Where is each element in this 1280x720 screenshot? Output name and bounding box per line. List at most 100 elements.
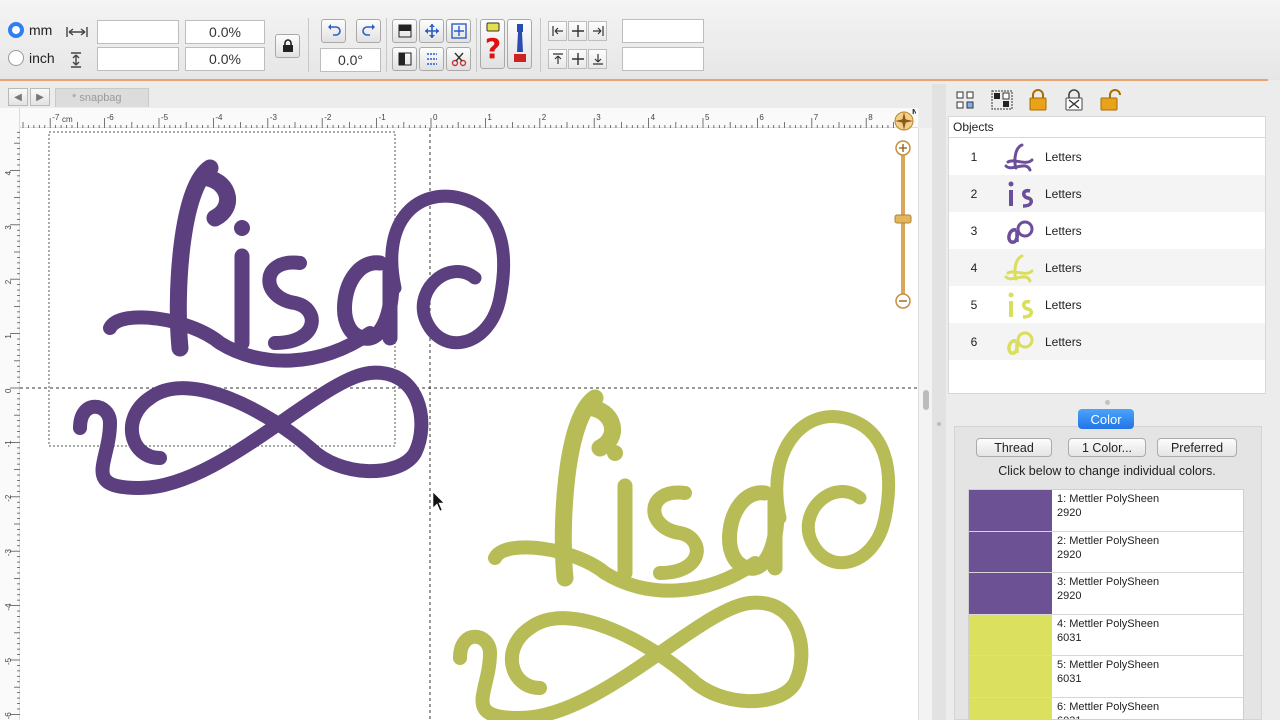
ruler-label: 7 [814,113,819,122]
unit-mm-radio[interactable]: mm [8,22,52,38]
color-swatch[interactable] [969,614,1052,655]
ruler-label: -5 [4,657,13,665]
objects-list[interactable]: 1 Letters 2 Letters 3 Letters 4 Letters … [948,138,1266,394]
one-color-button[interactable]: 1 Color... [1068,438,1146,457]
preferred-button[interactable]: Preferred [1157,438,1237,457]
ruler-label: -2 [324,113,332,122]
rotate-left-button[interactable] [321,19,346,43]
design-lisa-green[interactable] [453,389,896,720]
unit-inch-radio[interactable]: inch [8,50,55,66]
ruler-label: 2 [542,113,547,122]
object-row-3[interactable]: 3 Letters [949,212,1265,249]
object-number: 3 [970,223,978,238]
flip-horizontal-button[interactable] [392,47,417,71]
rotate-left-icon [327,24,341,36]
object-row-1[interactable]: 1 Letters [949,138,1265,175]
thread-color-row-4[interactable]: 4: Mettler PolySheen 6031 [969,614,1243,656]
zoom-slider[interactable] [894,140,912,309]
width-input[interactable] [97,20,179,44]
sew-simulator-button[interactable] [507,19,532,69]
flip-vertical-icon [398,24,411,38]
ruler-label: 6 [759,113,764,122]
scrollbar-thumb[interactable] [923,390,929,410]
object-label: Letters [1045,334,1082,349]
ruler-label: 1 [487,113,492,122]
height-icon [70,52,82,71]
thread-name: 2: Mettler PolySheen [1057,534,1160,547]
align-right-button[interactable] [588,21,607,41]
color-swatch[interactable] [969,697,1052,719]
object-label: Letters [1045,260,1082,275]
height-input[interactable] [97,47,179,71]
align-right-icon [592,26,604,36]
object-row-6[interactable]: 6 Letters [949,323,1265,360]
thread-code: 6031 [1057,631,1082,644]
ungroup-icon [956,91,974,109]
group-button[interactable] [990,88,1014,112]
color-swatch[interactable] [969,531,1052,572]
thread-button[interactable]: Thread [976,438,1052,457]
color-hint-text: Click below to change individual colors. [998,464,1216,478]
pane-splitter[interactable] [932,84,946,720]
lock-object-button[interactable] [1026,88,1050,112]
fit-to-hoop-button[interactable] [446,19,471,43]
help-button[interactable]: ? [480,19,505,69]
thread-color-row-6[interactable]: 6: Mettler PolySheen6031 [969,697,1243,719]
align-left-button[interactable] [548,21,567,41]
object-row-4[interactable]: 4 Letters [949,249,1265,286]
object-thumbnail-icon [999,177,1039,211]
object-thumbnail-icon [999,325,1039,359]
object-row-5[interactable]: 5 Letters [949,286,1265,323]
color-swatch[interactable] [969,656,1052,697]
thread-color-row-1[interactable]: 1: Mettler PolySheen 2920 [969,490,1243,532]
thread-color-list[interactable]: 1: Mettler PolySheen 2920 2: Mettler Poly… [968,489,1244,720]
tab-color[interactable]: Color [1078,409,1134,429]
rotate-right-icon [361,24,375,36]
tab-prev-button[interactable]: ◀ [8,88,28,106]
color-swatch[interactable] [969,573,1052,614]
unlock-object-button[interactable] [1098,88,1122,112]
align-center-icon [571,25,584,37]
thread-color-row-2[interactable]: 2: Mettler PolySheen 2920 [969,531,1243,573]
design-lisa-purple[interactable] [73,159,511,495]
scale-y-input[interactable]: 0.0% [185,47,265,71]
thread-name: 5: Mettler PolySheen [1057,659,1160,671]
align-bottom-button[interactable] [588,49,607,69]
toolbar: mm inch 0.0% 0.0% 0.0° ? [0,0,1280,80]
object-row-2[interactable]: 2 Letters [949,175,1265,212]
align-center-h-button[interactable] [568,21,587,41]
position-y-input[interactable] [622,47,704,71]
rotate-right-button[interactable] [356,19,381,43]
ruler-label: 5 [705,113,710,122]
align-lines-button[interactable] [419,47,444,71]
cut-button[interactable] [446,47,471,71]
scale-x-input[interactable]: 0.0% [185,20,265,44]
align-middle-v-button[interactable] [568,49,587,69]
flip-horizontal-icon [398,52,411,66]
color-swatch[interactable] [969,490,1052,531]
design-canvas[interactable] [20,128,918,720]
panel-splitter[interactable] [946,400,1268,406]
help-question-icon: ? [484,22,501,65]
tab-next-button[interactable]: ▶ [30,88,50,106]
position-x-input[interactable] [622,19,704,43]
thread-color-row-3[interactable]: 3: Mettler PolySheen 2920 [969,573,1243,615]
ungroup-button[interactable] [954,88,978,112]
delete-object-button[interactable] [1062,88,1086,112]
compass-icon[interactable]: N [892,108,918,132]
lock-icon [282,39,293,52]
rotation-input[interactable]: 0.0° [320,48,381,72]
thread-color-row-5[interactable]: 5: Mettler PolySheen 6031 [969,656,1243,698]
lock-proportions-button[interactable] [275,34,300,58]
center-button[interactable] [419,19,444,43]
flip-vertical-button[interactable] [392,19,417,43]
ruler-ticks: -7 -6 -5 -4 -3 -2 -1 0 1 2 3 4 5 6 7 8 [22,113,911,128]
canvas-scrollbar[interactable] [918,128,932,720]
radio-selected-icon [8,22,24,38]
align-left-icon [551,26,563,36]
width-icon [66,26,88,41]
align-top-button[interactable] [548,49,567,69]
object-label: Letters [1045,186,1082,201]
zoom-slider-thumb[interactable] [894,214,912,224]
document-tab[interactable]: * snapbag [55,88,149,107]
